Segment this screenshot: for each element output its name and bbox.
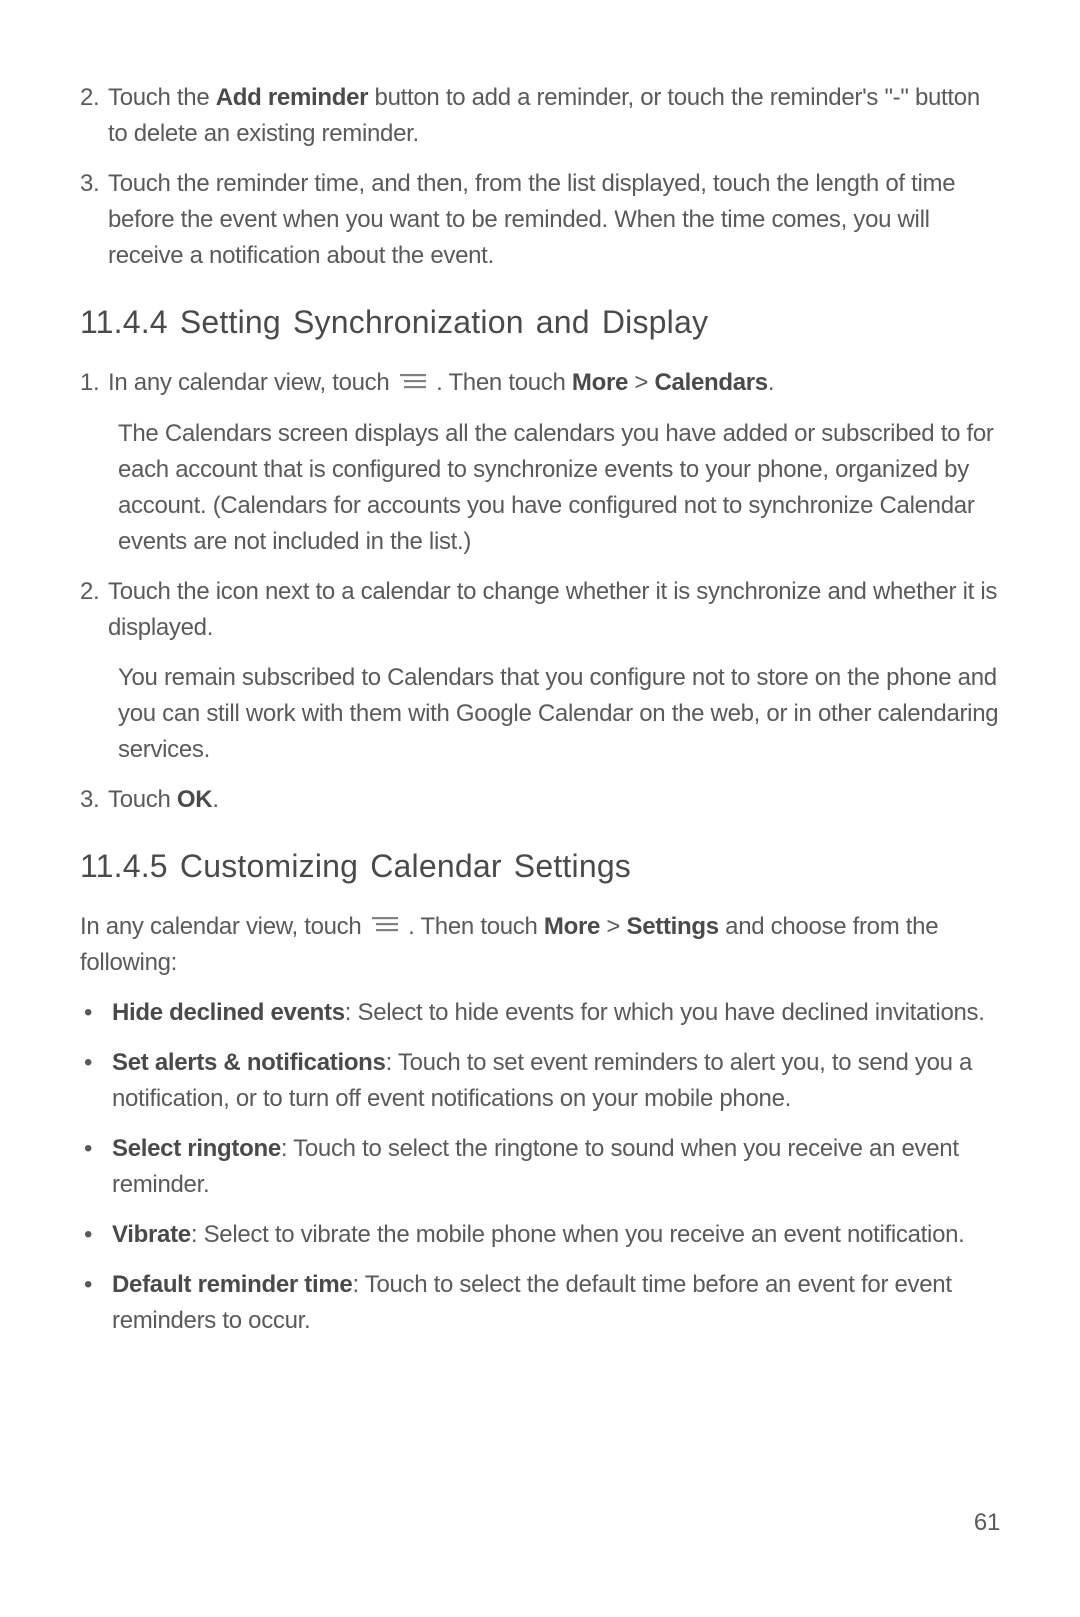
step-3: 3. Touch the reminder time, and then, fr… — [80, 166, 1000, 274]
s1-step-1-sub: The Calendars screen displays all the ca… — [118, 416, 1000, 560]
list-item: • Hide declined events: Select to hide e… — [80, 995, 1000, 1031]
list-item: • Select ringtone: Touch to select the r… — [80, 1131, 1000, 1203]
bold-text: Default reminder time — [112, 1271, 352, 1298]
step-body: In any calendar view, touch . Then touch… — [108, 365, 1000, 402]
list-body: Default reminder time: Touch to select t… — [112, 1267, 1000, 1339]
menu-icon — [372, 908, 398, 944]
bold-text: OK — [177, 786, 212, 813]
s2-intro: In any calendar view, touch . Then touch… — [80, 909, 1000, 982]
text: In any calendar view, touch — [80, 913, 368, 940]
list-item: • Vibrate: Select to vibrate the mobile … — [80, 1217, 1000, 1253]
bold-text: Add reminder — [216, 84, 368, 111]
bullet-dot-icon: • — [80, 1217, 112, 1253]
list-body: Select ringtone: Touch to select the rin… — [112, 1131, 1000, 1203]
s1-step-3: 3. Touch OK. — [80, 782, 1000, 818]
step-body: Touch OK. — [108, 782, 1000, 818]
list-body: Set alerts & notifications: Touch to set… — [112, 1045, 1000, 1117]
bold-text: Select ringtone — [112, 1135, 281, 1162]
text: In any calendar view, touch — [108, 369, 396, 396]
text: . — [212, 786, 218, 813]
text: . — [768, 369, 774, 396]
s1-step-2: 2. Touch the icon next to a calendar to … — [80, 574, 1000, 646]
page-number: 61 — [974, 1509, 1000, 1537]
bold-text: Hide declined events — [112, 999, 345, 1026]
list-item: • Set alerts & notifications: Touch to s… — [80, 1045, 1000, 1117]
list-body: Vibrate: Select to vibrate the mobile ph… — [112, 1217, 1000, 1253]
text: Touch the reminder time, and then, from … — [108, 170, 955, 269]
text: Touch — [108, 786, 177, 813]
bullet-dot-icon: • — [80, 1131, 112, 1203]
bullet-dot-icon: • — [80, 1267, 112, 1339]
text: > — [628, 369, 654, 396]
heading-11-4-4: 11.4.4 Setting Synchronization and Displ… — [80, 304, 1000, 341]
bold-text: Settings — [627, 913, 719, 940]
text: : Select to vibrate the mobile phone whe… — [191, 1221, 965, 1248]
text: : Select to hide events for which you ha… — [345, 999, 985, 1026]
text: > — [600, 913, 626, 940]
step-num: 2. — [80, 574, 108, 646]
document-page: 2. Touch the Add reminder button to add … — [0, 0, 1080, 1617]
step-num: 3. — [80, 166, 108, 274]
step-body: Touch the reminder time, and then, from … — [108, 166, 1000, 274]
step-2: 2. Touch the Add reminder button to add … — [80, 80, 1000, 152]
step-num: 2. — [80, 80, 108, 152]
text: Touch the icon next to a calendar to cha… — [108, 578, 997, 641]
bold-text: Set alerts & notifications — [112, 1049, 386, 1076]
bullet-dot-icon: • — [80, 995, 112, 1031]
text: Touch the — [108, 84, 216, 111]
bold-text: More — [544, 913, 600, 940]
bold-text: Calendars — [655, 369, 768, 396]
s1-step-2-sub: You remain subscribed to Calendars that … — [118, 660, 1000, 768]
bullet-list: • Hide declined events: Select to hide e… — [80, 995, 1000, 1339]
step-body: Touch the Add reminder button to add a r… — [108, 80, 1000, 152]
s1-step-1: 1. In any calendar view, touch . Then to… — [80, 365, 1000, 402]
text: . Then touch — [402, 913, 544, 940]
step-num: 3. — [80, 782, 108, 818]
step-body: Touch the icon next to a calendar to cha… — [108, 574, 1000, 646]
list-item: • Default reminder time: Touch to select… — [80, 1267, 1000, 1339]
list-body: Hide declined events: Select to hide eve… — [112, 995, 1000, 1031]
step-num: 1. — [80, 365, 108, 402]
menu-icon — [400, 365, 426, 401]
bullet-dot-icon: • — [80, 1045, 112, 1117]
text: . Then touch — [430, 369, 572, 396]
heading-11-4-5: 11.4.5 Customizing Calendar Settings — [80, 848, 1000, 885]
bold-text: More — [572, 369, 628, 396]
bold-text: Vibrate — [112, 1221, 191, 1248]
